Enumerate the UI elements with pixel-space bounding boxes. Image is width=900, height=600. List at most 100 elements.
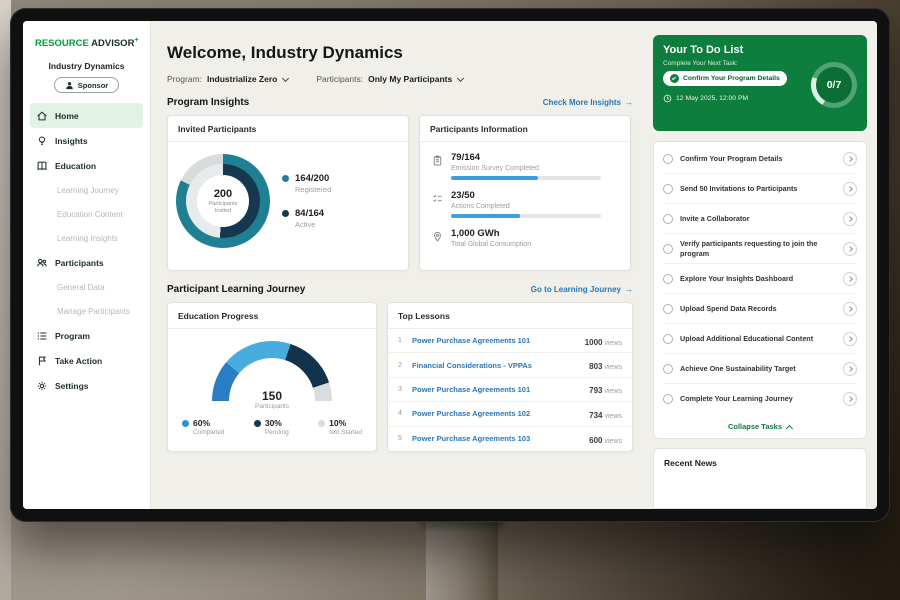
sidebar-item-manage-participants[interactable]: Manage Participants xyxy=(23,299,150,323)
sponsor-badge[interactable]: Sponsor xyxy=(54,77,119,93)
stat-row-actions: 23/50 Actions Completed xyxy=(420,180,630,218)
bulb-icon xyxy=(36,135,48,147)
person-icon xyxy=(65,81,74,90)
task-row[interactable]: Send 50 Invitations to Participants xyxy=(663,174,857,204)
chevron-right-icon[interactable] xyxy=(843,362,857,376)
sidebar-item-settings[interactable]: Settings xyxy=(23,373,150,398)
task-row[interactable]: Invite a Collaborator xyxy=(663,204,857,234)
lesson-row[interactable]: 2 Financial Considerations - VPPAs 803vi… xyxy=(388,353,632,377)
task-row[interactable]: Verify participants requesting to join t… xyxy=(663,234,857,264)
lesson-link[interactable]: Power Purchase Agreements 101 xyxy=(412,385,581,394)
chevron-up-icon xyxy=(786,424,793,431)
chevron-right-icon[interactable] xyxy=(843,272,857,286)
section-title: Participant Learning Journey xyxy=(167,284,305,295)
book-icon xyxy=(36,160,48,172)
chevron-right-icon[interactable] xyxy=(843,302,857,316)
lesson-row[interactable]: 5 Power Purchase Agreements 103 600views xyxy=(388,427,632,451)
stat-label: Emission Survey Completed xyxy=(451,165,601,172)
sidebar-item-learning-insights[interactable]: Learning Insights xyxy=(23,226,150,250)
gauge-legend: 60% Completed 30% Pending xyxy=(168,418,376,436)
legend-item-registered: 164/200 Registered xyxy=(282,173,331,194)
card-title: Participants Information xyxy=(420,116,630,142)
checkbox-circle-icon[interactable] xyxy=(663,244,673,254)
lesson-rank: 4 xyxy=(398,410,404,417)
next-task-pill[interactable]: Confirm Your Program Details xyxy=(663,71,787,86)
legend-item-pending: 30% Pending xyxy=(254,418,289,436)
checkbox-circle-icon[interactable] xyxy=(663,334,673,344)
task-row[interactable]: Upload Additional Educational Content xyxy=(663,324,857,354)
chevron-right-icon[interactable] xyxy=(843,392,857,406)
task-row[interactable]: Upload Spend Data Records xyxy=(663,294,857,324)
lesson-views: 734 xyxy=(589,411,602,420)
sidebar-item-program[interactable]: Program xyxy=(23,323,150,348)
sidebar-item-general-data[interactable]: General Data xyxy=(23,275,150,299)
go-to-learning-journey-link[interactable]: Go to Learning Journey → xyxy=(531,285,633,294)
program-insights-header: Program Insights Check More Insights → xyxy=(167,97,633,108)
task-row[interactable]: Achieve One Sustainability Target xyxy=(663,354,857,384)
gray-dot-icon xyxy=(318,420,325,427)
checkbox-circle-icon[interactable] xyxy=(663,154,673,164)
sidebar-item-take-action[interactable]: Take Action xyxy=(23,348,150,373)
filter-bar: Program: Industrialize Zero Participants… xyxy=(167,74,633,84)
lesson-row[interactable]: 4 Power Purchase Agreements 102 734views xyxy=(388,402,632,426)
sidebar-item-insights[interactable]: Insights xyxy=(23,128,150,153)
top-lessons-card: Top Lessons 1 Power Purchase Agreements … xyxy=(387,302,633,452)
lesson-views-label: views xyxy=(604,413,622,420)
brand-plus: + xyxy=(134,37,138,44)
donut-center-label: Participants Invited xyxy=(202,201,244,215)
lesson-link[interactable]: Power Purchase Agreements 101 xyxy=(412,336,577,345)
lesson-link[interactable]: Power Purchase Agreements 102 xyxy=(412,409,581,418)
program-filter-dropdown[interactable]: Program: Industrialize Zero xyxy=(167,74,288,84)
sidebar-item-learning-journey[interactable]: Learning Journey xyxy=(23,178,150,202)
learning-journey-cards: Education Progress 150 Participants 60 xyxy=(167,302,633,452)
link-label: Go to Learning Journey xyxy=(531,285,621,294)
checkbox-circle-icon[interactable] xyxy=(663,214,673,224)
sidebar-item-home[interactable]: Home xyxy=(30,103,143,128)
actions-progress-bar xyxy=(451,214,601,218)
legend-label: Registered xyxy=(295,185,331,194)
sidebar-item-education[interactable]: Education xyxy=(23,153,150,178)
legend-item-active: 84/164 Active xyxy=(282,208,331,229)
donut-legend: 164/200 Registered 84/164 Active xyxy=(282,173,331,229)
stat-value: 23/50 xyxy=(451,190,601,201)
list-icon xyxy=(36,330,48,342)
gauge-center-value: 150 xyxy=(212,389,332,403)
stat-label: Total Global Consumption xyxy=(451,241,531,248)
lesson-views-label: views xyxy=(604,438,622,445)
lesson-link[interactable]: Power Purchase Agreements 103 xyxy=(412,434,581,443)
sidebar-item-participants[interactable]: Participants xyxy=(23,250,150,275)
stat-label: Actions Completed xyxy=(451,203,601,210)
task-row[interactable]: Complete Your Learning Journey xyxy=(663,384,857,414)
checkbox-circle-icon[interactable] xyxy=(663,184,673,194)
legend-value: 60% xyxy=(193,418,224,428)
participants-filter-dropdown[interactable]: Participants: Only My Participants xyxy=(316,74,463,84)
lesson-views: 600 xyxy=(589,436,602,445)
chevron-right-icon[interactable] xyxy=(843,242,857,256)
chevron-right-icon[interactable] xyxy=(843,332,857,346)
sponsor-badge-label: Sponsor xyxy=(78,81,108,90)
checkbox-circle-icon[interactable] xyxy=(663,364,673,374)
chevron-right-icon[interactable] xyxy=(843,152,857,166)
todo-title: Your To Do List xyxy=(663,44,857,56)
chevron-right-icon[interactable] xyxy=(843,212,857,226)
checkbox-circle-icon[interactable] xyxy=(663,304,673,314)
task-row[interactable]: Confirm Your Program Details xyxy=(663,144,857,174)
todo-progress-ring: 0/7 xyxy=(811,62,857,108)
check-more-insights-link[interactable]: Check More Insights → xyxy=(543,98,633,107)
lesson-row[interactable]: 3 Power Purchase Agreements 101 793views xyxy=(388,378,632,402)
lesson-views: 793 xyxy=(589,386,602,395)
program-filter-value: Industrialize Zero xyxy=(207,74,277,84)
checkbox-circle-icon[interactable] xyxy=(663,394,673,404)
collapse-tasks-button[interactable]: Collapse Tasks xyxy=(663,414,857,435)
task-row[interactable]: Explore Your Insights Dashboard xyxy=(663,264,857,294)
task-label: Confirm Your Program Details xyxy=(680,154,836,163)
task-label: Upload Additional Educational Content xyxy=(680,334,836,343)
lesson-link[interactable]: Financial Considerations - VPPAs xyxy=(412,361,581,370)
chevron-right-icon[interactable] xyxy=(843,182,857,196)
checkbox-circle-icon[interactable] xyxy=(663,274,673,284)
task-label: Verify participants requesting to join t… xyxy=(680,239,836,258)
lesson-rank: 1 xyxy=(398,337,404,344)
lesson-row[interactable]: 1 Power Purchase Agreements 101 1000view… xyxy=(388,329,632,353)
gauge-center-label: Participants xyxy=(168,403,376,410)
sidebar-item-education-content[interactable]: Education Content xyxy=(23,202,150,226)
